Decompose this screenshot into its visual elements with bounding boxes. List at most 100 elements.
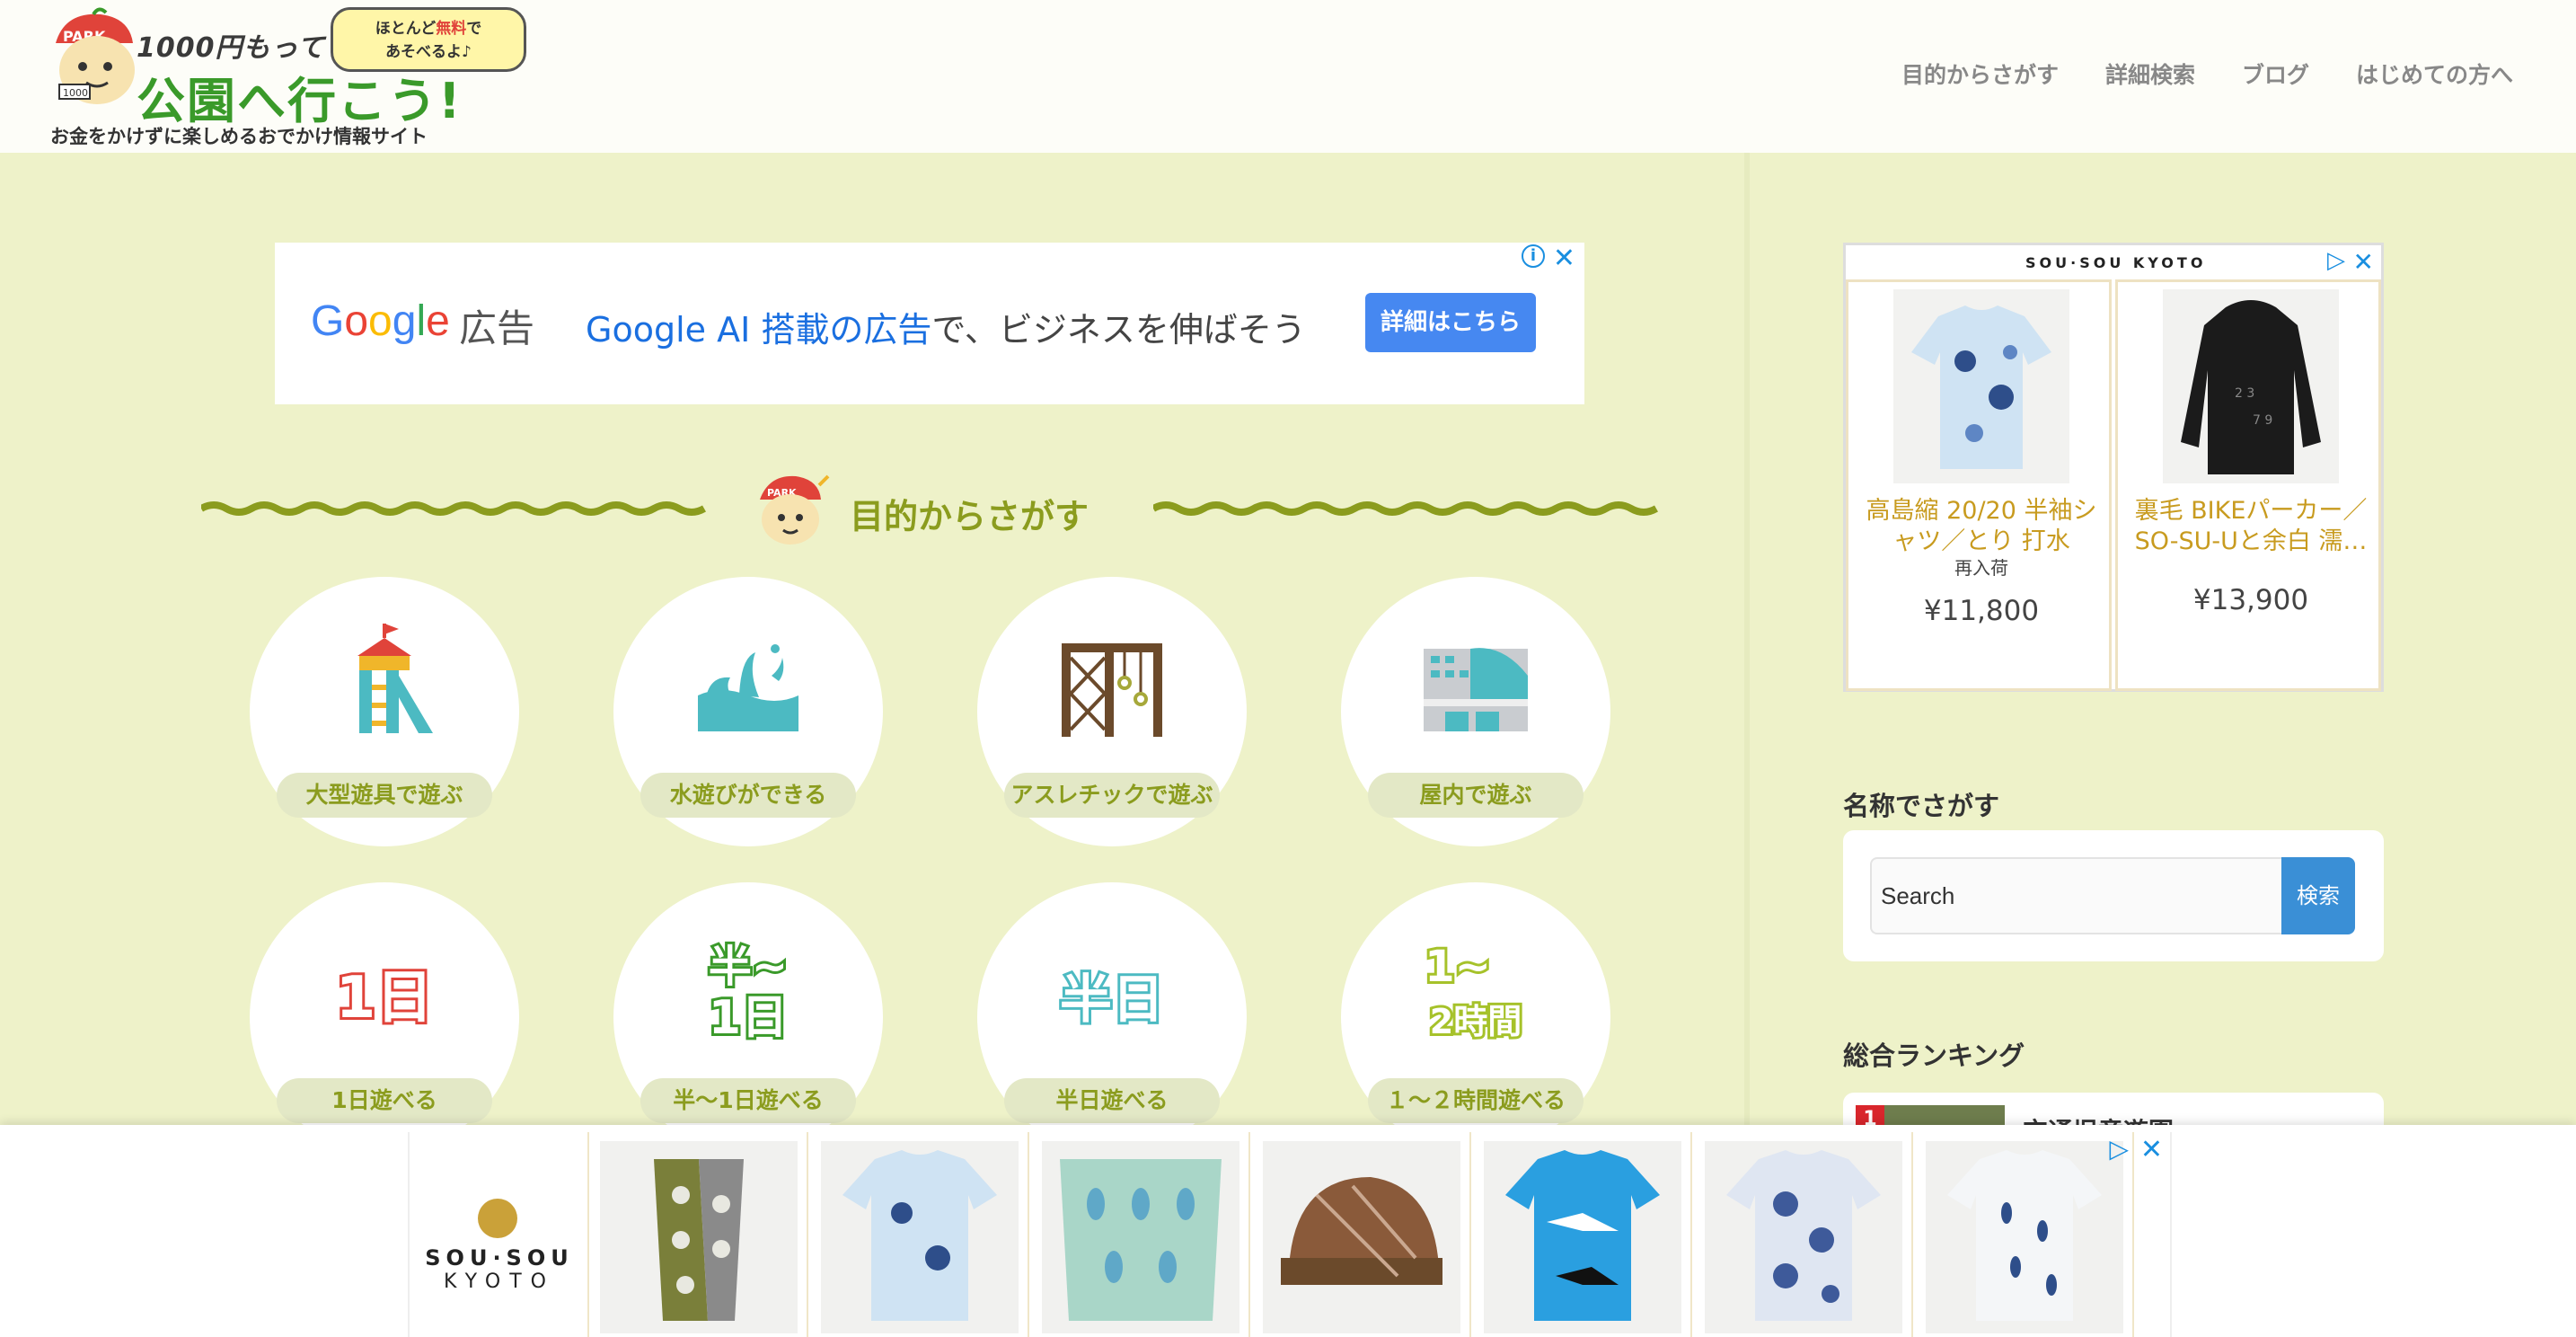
shirt-image [1926, 1141, 2123, 1333]
brand-name: SOU·SOU [425, 1245, 574, 1271]
brand-logo-cell[interactable]: SOU·SOU KYOTO [410, 1132, 589, 1337]
tile-athletic[interactable]: アスレチックで遊ぶ [977, 577, 1247, 846]
product-price: ¥11,800 [1923, 595, 2040, 627]
one-day-icon: 1日 [333, 962, 437, 1034]
ad-label: 広告 [459, 306, 535, 350]
logo-title: 1000円もって [137, 32, 325, 64]
hours-glyph-top: 1~ [1425, 942, 1491, 992]
purpose-section-header: PARK 目的からさがす [201, 467, 1658, 557]
bubble-free-text: 無料 [436, 20, 467, 38]
brand-location: KYOTO [444, 1271, 555, 1293]
bottom-product-bird-shirt[interactable] [1473, 1132, 1692, 1337]
shirt-image [821, 1141, 1019, 1333]
tile-label: 半日遊べる [1004, 1078, 1220, 1123]
product-name: 裏毛 BIKEパーカー／SO-SU-Uと余白 濡… [2134, 497, 2368, 555]
bubble-text-line2: あそべるよ♪ [385, 43, 472, 61]
tile-indoor[interactable]: 屋内で遊ぶ [1341, 577, 1610, 846]
ad-product-card[interactable]: 高島縮 20/20 半袖シャツ／とり 打水 再入荷 ¥11,800 [1846, 279, 2112, 691]
adchoices-icon[interactable]: ▷ [2327, 247, 2345, 274]
svg-text:7 9: 7 9 [2253, 413, 2272, 428]
bottom-product-leaf-top[interactable] [1031, 1132, 1250, 1337]
hoodie-product-image: 2 3 7 9 [2163, 289, 2339, 483]
section-title: 目的からさがす [850, 497, 1090, 536]
bottom-anchor-ad: SOU·SOU KYOTO ▷ ✕ [0, 1125, 2576, 1337]
shirt-image [1705, 1141, 1902, 1333]
ad-close-icon[interactable]: ✕ [2353, 247, 2374, 277]
half-to-one-day-icon: 半~ 1日 [706, 939, 790, 1048]
cap-image [1263, 1141, 1460, 1333]
site-header: PARK 1000 1000円もって 公園へ行こう! ほとんど無料で あそべるよ… [0, 0, 2576, 153]
ad-info-icon[interactable]: i [1522, 244, 1545, 268]
tile-half-day[interactable]: 半日 半日遊べる [977, 882, 1247, 1152]
playground-icon [357, 624, 433, 733]
tile-label: アスレチックで遊ぶ [1004, 773, 1220, 818]
search-button[interactable]: 検索 [2281, 857, 2355, 934]
google-ad-banner[interactable]: Google 広告 Google AI 搭載の広告で、ビジネスを伸ばそう 詳細は… [275, 243, 1584, 404]
athletic-frame-icon [1062, 643, 1162, 737]
svg-text:1000: 1000 [63, 87, 88, 99]
ad-brand: SOU·SOU KYOTO [2025, 254, 2207, 271]
tile-one-two-hours[interactable]: 1~ 2時間 １～２時間遊べる [1341, 882, 1610, 1152]
one-day-glyph: 1日 [336, 965, 434, 1032]
tile-label: 水遊びができる [640, 773, 856, 818]
indoor-building-icon [1424, 648, 1528, 731]
wave-divider-left [201, 501, 706, 516]
nav-detail-search[interactable]: 詳細検索 [2105, 58, 2195, 90]
ad-cta-button[interactable]: 詳細はこちら [1365, 293, 1536, 352]
half-to-one-glyph-bottom: 1日 [709, 991, 788, 1045]
ad-close-icon[interactable]: ✕ [1553, 243, 1575, 274]
mascot-logo-icon: PARK 1000 [56, 7, 135, 104]
ad-headline-rest: で、ビジネスを伸ばそう [931, 310, 1306, 350]
search-section-title: 名称でさがす [1843, 791, 2000, 821]
tile-label: 大型遊具で遊ぶ [277, 773, 492, 818]
ranking-section-title: 総合ランキング [1843, 1040, 2025, 1071]
ad-product-card[interactable]: 2 3 7 9 裏毛 BIKEパーカー／SO-SU-Uと余白 濡… ¥13,90… [2115, 279, 2381, 691]
tile-label: 屋内で遊ぶ [1368, 773, 1584, 818]
half-day-glyph: 半日 [1060, 969, 1164, 1030]
shirt-product-image [1893, 289, 2069, 483]
mascot-icon: PARK [760, 474, 830, 545]
tile-water-play[interactable]: 水遊びができる [613, 577, 883, 846]
bottom-product-navy-shirt[interactable] [1694, 1132, 1913, 1337]
half-to-one-glyph-top: 半~ [709, 942, 788, 992]
search-widget: Search 検索 [1843, 830, 2384, 961]
bubble-text-tail: で [466, 20, 482, 38]
tile-label: 半～1日遊べる [640, 1078, 856, 1123]
one-two-hours-icon: 1~ 2時間 [1422, 939, 1524, 1044]
nav-first-time[interactable]: はじめての方へ [2356, 58, 2513, 90]
tile-label: 1日遊べる [277, 1078, 492, 1123]
bottom-product-leaf-shirt[interactable] [1915, 1132, 2134, 1337]
bottom-product-cap[interactable] [1252, 1132, 1471, 1337]
bottom-product-shirt-blue[interactable] [810, 1132, 1029, 1337]
sidebar-product-ad[interactable]: SOU·SOU KYOTO ▷ ✕ 高島縮 20/20 半袖シャツ／とり 打水 … [1843, 243, 2384, 692]
product-price: ¥13,900 [2192, 584, 2309, 616]
half-day-icon: 半日 [1057, 966, 1167, 1032]
nav-purpose-search[interactable]: 目的からさがす [1901, 58, 2059, 90]
search-input[interactable]: Search [1870, 857, 2285, 934]
tile-large-playground[interactable]: 大型遊具で遊ぶ [250, 577, 519, 846]
logo-speech-bubble: ほとんど無料で あそべるよ♪ [331, 7, 526, 72]
product-name: 高島縮 20/20 半袖シャツ／とり 打水 [1866, 497, 2097, 555]
nav-blog[interactable]: ブログ [2242, 58, 2309, 90]
shirt-image [1484, 1141, 1681, 1333]
ad-headline: Google AI 搭載の広告で、ビジネスを伸ばそう [586, 302, 1306, 351]
scarf-image [600, 1141, 798, 1333]
water-splash-icon [698, 644, 798, 731]
tile-label: １～２時間遊べる [1368, 1078, 1584, 1123]
tile-one-day[interactable]: 1日 1日遊べる [250, 882, 519, 1152]
adchoices-icon[interactable]: ▷ [2109, 1134, 2129, 1164]
bubble-text: ほとんど [375, 20, 437, 38]
tile-half-to-one-day[interactable]: 半~ 1日 半～1日遊べる [613, 882, 883, 1152]
site-tagline: お金をかけずに楽しめるおでかけ情報サイト [50, 126, 428, 147]
site-logo[interactable]: PARK 1000 1000円もって 公園へ行こう! ほとんど無料で あそべるよ… [47, 7, 526, 147]
google-logo: Google [311, 297, 450, 345]
svg-text:2 3: 2 3 [2235, 386, 2254, 401]
ad-close-icon[interactable]: ✕ [2140, 1134, 2163, 1165]
top-image [1042, 1141, 1239, 1333]
main-nav: 目的からさがす 詳細検索 ブログ はじめての方へ [1901, 58, 2513, 90]
product-restock-label: 再入荷 [1954, 557, 2008, 579]
wave-divider-right [1153, 501, 1658, 516]
brand-seal-icon [478, 1199, 517, 1238]
bottom-product-ad[interactable]: SOU·SOU KYOTO ▷ ✕ [408, 1132, 2172, 1337]
bottom-product-scarf[interactable] [589, 1132, 808, 1337]
